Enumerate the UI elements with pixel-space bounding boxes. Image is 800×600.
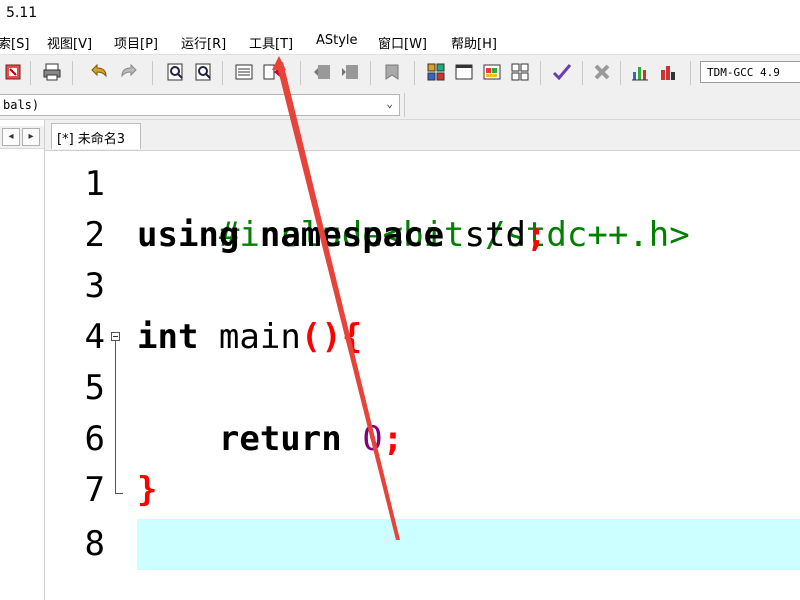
project-panel: ◂ ▸ [0,120,45,600]
code-line-7: } [137,465,157,516]
profile-icon[interactable] [658,62,678,82]
code-editor[interactable]: 1 2 3 4 5 6 7 8 #include<bits/stdc++.h> … [45,151,800,600]
semicolon: ; [382,419,404,459]
tiles-icon[interactable] [510,62,530,82]
line-number: 6 [84,419,105,459]
semicolon: ; [525,215,547,255]
check-syntax-icon[interactable] [552,62,572,82]
keyword-int: int [137,317,199,357]
indent-right-icon[interactable] [340,62,360,82]
line-number: 8 [84,524,105,564]
print-icon[interactable] [42,62,62,82]
bookmark-icon[interactable] [382,62,402,82]
identifier-main: main [218,317,301,357]
fold-toggle-icon[interactable] [111,332,120,341]
line-number: 2 [84,215,105,255]
redo-icon[interactable] [118,62,138,82]
menu-help[interactable]: 帮助[H] [451,33,497,52]
indent-left-icon[interactable] [312,62,332,82]
grid-icon[interactable] [426,62,446,82]
chevron-down-icon[interactable]: ⌄ [386,97,393,110]
fold-line [115,341,116,493]
code-line-1: #include<bits/stdc++.h> [137,159,690,255]
nav-prev-icon[interactable]: ◂ [2,128,20,146]
panel-tabs-nav: ◂ ▸ [0,126,44,149]
compiler-select[interactable]: TDM-GCC 4.9 [700,61,800,83]
menu-run[interactable]: 运行[R] [181,33,226,52]
list-icon[interactable] [234,62,254,82]
closing-brace: } [137,470,158,510]
goto-line-icon[interactable] [262,62,282,82]
number-literal: 0 [362,419,383,459]
menu-window[interactable]: 窗口[W] [378,33,427,52]
identifier-std: std [464,215,526,255]
palette-icon[interactable] [482,62,502,82]
code-line-4: int main(){ [137,312,362,363]
code-line-6: return 0; [137,414,403,465]
tab-untitled3[interactable]: [*] 未命名3 [51,123,141,149]
title-bar: 5.11 [0,0,800,30]
code-line-2: using namespace std; [137,210,546,261]
nav-next-icon[interactable]: ▸ [22,128,40,146]
keyword-namespace: namespace [259,215,445,255]
line-number: 5 [84,368,105,408]
line-number: 4 [84,317,105,357]
menu-view[interactable]: 视图[V] [47,33,92,52]
find-icon[interactable] [166,62,186,82]
window-title: 5.11 [6,5,38,21]
replace-icon[interactable] [194,62,214,82]
line-number: 7 [84,470,105,510]
close-file-icon[interactable] [4,62,24,82]
line-number: 1 [84,164,105,204]
chart-icon[interactable] [630,62,650,82]
class-combo-row: bals) ⌄ [0,91,800,120]
brackets: (){ [300,317,363,357]
current-line-highlight [137,519,800,570]
window-icon[interactable] [454,62,474,82]
editor-tab-bar: [*] 未命名3 [45,120,800,151]
line-number: 3 [84,266,105,306]
menu-bar: 索[S] 视图[V] 项目[P] 运行[R] 工具[T] AStyle 窗口[W… [0,30,800,54]
fold-end [115,493,123,494]
keyword-return: return [218,419,342,459]
toolbar: TDM-GCC 4.9 [0,54,800,92]
menu-tools[interactable]: 工具[T] [249,33,293,52]
keyword-using: using [137,215,240,255]
undo-icon[interactable] [90,62,110,82]
menu-project[interactable]: 项目[P] [114,33,158,52]
class-combo-value: bals) [3,98,40,112]
menu-search[interactable]: 索[S] [0,33,29,52]
menu-astyle[interactable]: AStyle [316,33,358,48]
class-combo[interactable]: bals) ⌄ [0,94,400,116]
stop-icon[interactable] [592,62,612,82]
